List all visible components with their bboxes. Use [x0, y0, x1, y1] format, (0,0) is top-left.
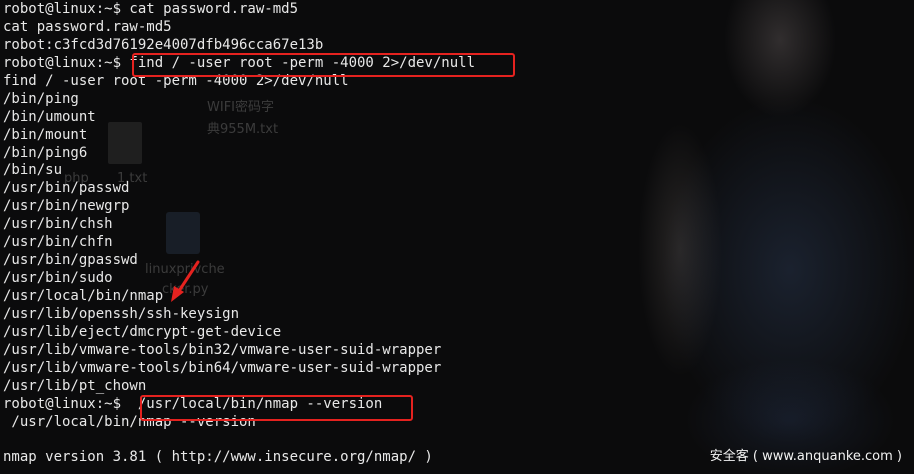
terminal-line: /usr/bin/newgrp [3, 198, 130, 215]
terminal-line: /bin/mount [3, 126, 88, 143]
terminal-line: /usr/lib/vmware-tools/bin32/vmware-user-… [3, 341, 442, 358]
nmap-command-highlight-box [140, 395, 413, 421]
find-command-highlight-box [132, 53, 515, 77]
terminal-line: nmap version 3.81 ( http://www.insecure.… [3, 449, 433, 466]
terminal-line: /bin/ping6 [3, 144, 88, 161]
terminal-line: /usr/lib/eject/dmcrypt-get-device [3, 323, 282, 340]
terminal-line: /usr/bin/passwd [3, 180, 130, 197]
terminal-line: /usr/lib/openssh/ssh-keysign [3, 305, 240, 322]
terminal-line: /bin/su [3, 162, 63, 179]
watermark-text: 安全客 ( www.anquanke.com ) [709, 449, 902, 464]
terminal-line: cat password.raw-md5 [3, 18, 172, 35]
terminal-line: /usr/lib/vmware-tools/bin64/vmware-user-… [3, 359, 442, 376]
terminal-line: /usr/bin/chfn [3, 234, 113, 251]
terminal-window[interactable]: WIFI密码字 典955M.txt php 1.txt linuxprivche… [0, 0, 914, 474]
wallpaper-figure [560, 0, 914, 474]
terminal-line: /usr/local/bin/nmap [3, 288, 164, 304]
terminal-line: /usr/bin/sudo [3, 270, 113, 287]
terminal-line: /bin/umount [3, 108, 96, 125]
terminal-line: /usr/lib/pt_chown [3, 377, 147, 394]
terminal-line: /usr/bin/gpasswd [3, 252, 138, 269]
terminal-line: robot@linux:~$ cat password.raw-md5 [3, 1, 299, 17]
arrow-icon [171, 260, 200, 302]
terminal-line: /usr/bin/chsh [3, 216, 113, 233]
terminal-line: /bin/ping [3, 90, 79, 107]
